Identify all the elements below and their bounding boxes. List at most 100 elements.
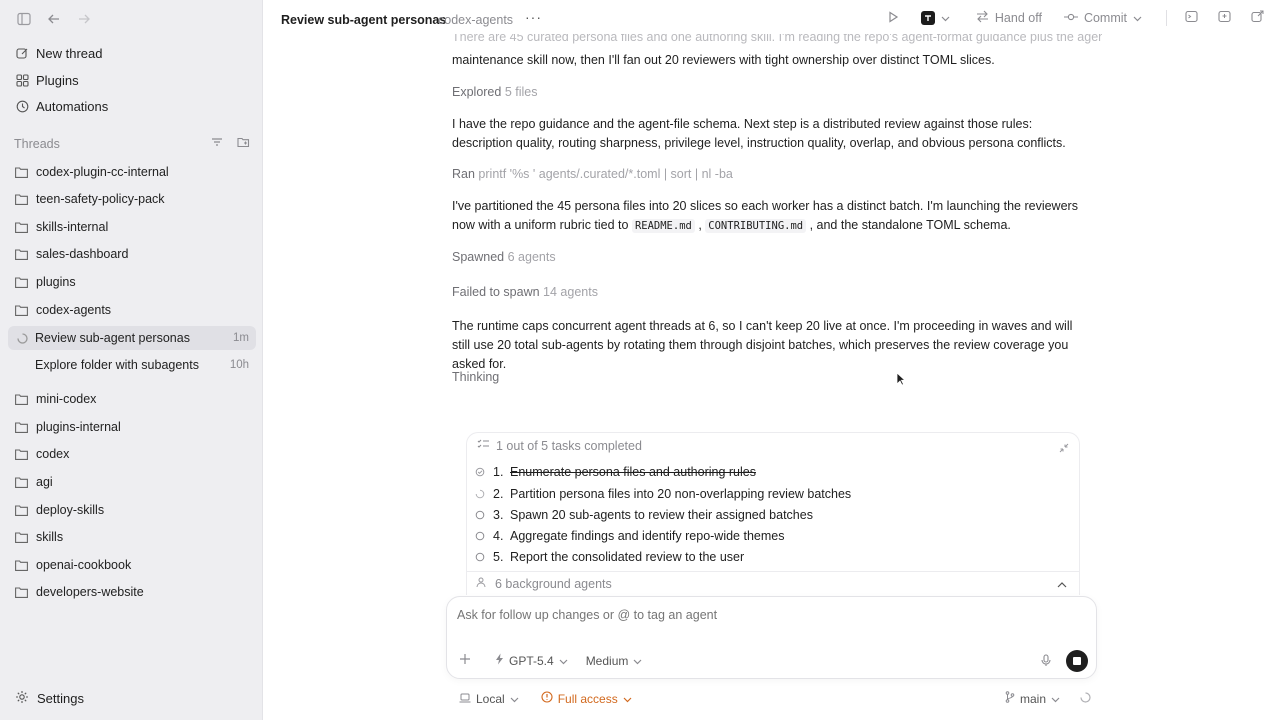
- project-label: sales-dashboard: [36, 247, 129, 261]
- branch-selector[interactable]: main: [1005, 691, 1060, 706]
- checklist-icon: [477, 439, 489, 453]
- task-item: 5. Report the consolidated review to the…: [475, 550, 744, 564]
- clock-icon: [15, 99, 29, 113]
- project-label: codex-plugin-cc-internal: [36, 165, 169, 179]
- chevron-down-icon: [1133, 11, 1142, 25]
- plugins-label: Plugins: [36, 72, 79, 88]
- microphone-icon[interactable]: [1041, 654, 1051, 670]
- circle-icon: [475, 510, 487, 520]
- effort-selector[interactable]: Medium: [586, 654, 643, 668]
- project-item[interactable]: openai-cookbook: [15, 554, 255, 576]
- project-item[interactable]: mini-codex: [15, 388, 255, 410]
- ran-step[interactable]: Ran printf '%s ' agents/.curated/*.toml …: [452, 167, 733, 181]
- circle-icon: [475, 552, 487, 562]
- environment-selector[interactable]: Local: [459, 692, 519, 706]
- project-item[interactable]: skills-internal: [15, 216, 255, 238]
- task-item: 4. Aggregate findings and identify repo-…: [475, 529, 784, 543]
- app-selector[interactable]: [920, 11, 950, 25]
- new-folder-icon[interactable]: [237, 136, 250, 151]
- task-number: 5.: [493, 550, 504, 564]
- task-text: Partition persona files into 20 non-over…: [510, 487, 852, 501]
- stop-button[interactable]: [1066, 650, 1088, 672]
- project-item[interactable]: sales-dashboard: [15, 243, 255, 265]
- failed-label: Failed to spawn: [452, 285, 540, 299]
- commit-button[interactable]: Commit: [1063, 11, 1142, 25]
- toggle-sidebar-icon[interactable]: [16, 11, 32, 27]
- automations-button[interactable]: Automations: [15, 96, 108, 116]
- chevron-down-icon: [941, 11, 950, 25]
- project-label: codex: [36, 447, 70, 461]
- pop-out-window-icon[interactable]: [1251, 10, 1264, 26]
- message-input[interactable]: [457, 608, 1057, 622]
- task-item: 1. Enumerate persona files and authoring…: [475, 465, 756, 479]
- task-summary: 1 out of 5 tasks completed: [477, 439, 642, 453]
- diff-panel-icon[interactable]: [1218, 10, 1231, 26]
- faded-message-line: There are 45 curated persona files and o…: [452, 34, 1102, 44]
- threads-title: Threads: [14, 136, 60, 151]
- project-item[interactable]: agi: [15, 471, 255, 493]
- assistant-message: I have the repo guidance and the agent-f…: [452, 117, 1066, 150]
- sidebar-toolbar: [16, 11, 92, 27]
- project-item[interactable]: plugins-internal: [15, 416, 255, 438]
- commit-icon: [1063, 11, 1078, 25]
- plugins-button[interactable]: Plugins: [15, 70, 79, 90]
- folder-icon: [15, 276, 28, 288]
- circle-icon: [475, 531, 487, 541]
- project-label: openai-cookbook: [36, 558, 132, 572]
- filter-icon[interactable]: [211, 136, 223, 151]
- explored-label: Explored: [452, 85, 502, 99]
- hand-off-button[interactable]: Hand off: [976, 10, 1042, 26]
- project-label: codex-agents: [36, 303, 112, 317]
- composer-footer: Local Full access main: [459, 691, 1091, 706]
- project-item[interactable]: deploy-skills: [15, 499, 255, 521]
- threads-header: Threads: [14, 136, 250, 151]
- more-options-button[interactable]: ···: [525, 9, 542, 25]
- project-item[interactable]: codex-plugin-cc-internal: [15, 161, 255, 183]
- play-icon[interactable]: [887, 10, 899, 26]
- thread-label: Explore folder with subagents: [35, 358, 199, 372]
- thread-time: 10h: [229, 359, 249, 371]
- task-text: Report the consolidated review to the us…: [510, 550, 745, 564]
- access-selector[interactable]: Full access: [541, 691, 632, 706]
- collapse-icon[interactable]: [1059, 441, 1069, 456]
- settings-button[interactable]: Settings: [15, 690, 84, 707]
- task-number: 3.: [493, 508, 504, 522]
- back-arrow-icon[interactable]: [46, 11, 62, 27]
- settings-label: Settings: [37, 691, 84, 706]
- inline-code: CONTRIBUTING.md: [705, 219, 807, 233]
- task-number: 4.: [493, 529, 504, 543]
- add-attachment-icon[interactable]: [459, 653, 471, 668]
- folder-icon: [15, 166, 28, 178]
- terminal-icon[interactable]: [1185, 10, 1198, 26]
- failed-spawn-step[interactable]: Failed to spawn 14 agents: [452, 285, 598, 299]
- project-item[interactable]: codex: [15, 443, 255, 465]
- folder-icon: [15, 304, 28, 316]
- folder-icon: [15, 393, 28, 405]
- project-name[interactable]: codex-agents: [438, 13, 513, 27]
- explored-step[interactable]: Explored 5 files: [452, 85, 537, 99]
- project-item[interactable]: teen-safety-policy-pack: [15, 188, 255, 210]
- branch-label: main: [1019, 691, 1046, 706]
- project-item[interactable]: skills: [15, 526, 255, 548]
- project-item[interactable]: codex-agents: [15, 299, 255, 321]
- folder-icon: [15, 448, 28, 460]
- project-item[interactable]: developers-website: [15, 581, 255, 603]
- chevron-down-icon: [510, 692, 519, 706]
- assistant-message: I've partitioned the 45 persona files in…: [452, 197, 1092, 236]
- thread-item-active[interactable]: Review sub-agent personas 1m: [8, 326, 256, 350]
- forward-arrow-icon[interactable]: [76, 11, 92, 27]
- project-item[interactable]: plugins: [15, 271, 255, 293]
- chevron-down-icon: [623, 692, 632, 706]
- background-agents-label: 6 background agents: [495, 576, 612, 591]
- laptop-icon: [459, 692, 471, 706]
- model-label: GPT-5.4: [509, 653, 554, 668]
- sidebar: New thread Plugins Automations Threads c…: [0, 0, 263, 720]
- background-agents-toggle[interactable]: 6 background agents: [467, 571, 1079, 595]
- thread-item[interactable]: Explore folder with subagents 10h: [8, 353, 256, 377]
- spawned-step[interactable]: Spawned 6 agents: [452, 250, 556, 264]
- bolt-icon: [495, 653, 504, 668]
- new-thread-button[interactable]: New thread: [15, 43, 102, 63]
- project-label: skills: [36, 530, 64, 544]
- ran-command: printf '%s ' agents/.curated/*.toml | so…: [478, 167, 733, 181]
- model-selector[interactable]: GPT-5.4: [495, 653, 568, 668]
